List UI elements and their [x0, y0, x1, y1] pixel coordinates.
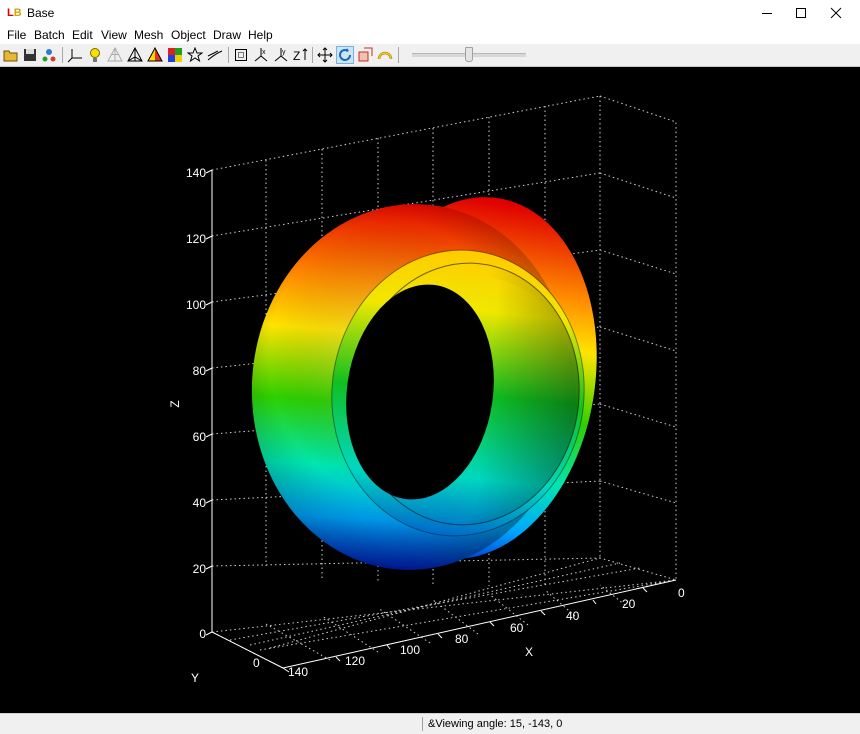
- minimize-icon: [762, 13, 772, 14]
- plot-canvas: 140 120 100 80 60 40 20 0 0 20 40 60 80 …: [168, 95, 685, 685]
- toolbar-separator: [228, 47, 229, 63]
- menu-batch[interactable]: Batch: [34, 28, 65, 42]
- close-icon: [830, 7, 842, 19]
- toolbar-separator: [62, 47, 63, 63]
- svg-text:x: x: [262, 49, 266, 56]
- save-icon[interactable]: [21, 46, 39, 64]
- app-logo: LB: [7, 7, 22, 19]
- toolbar-separator: [312, 47, 313, 63]
- x-tick: 0: [678, 586, 685, 600]
- menu-draw[interactable]: Draw: [213, 28, 241, 42]
- z-tick: 120: [186, 232, 206, 246]
- title-bar: LB Base: [0, 0, 860, 27]
- svg-text:Z: Z: [293, 49, 300, 63]
- status-separator: [422, 717, 423, 731]
- menu-edit[interactable]: Edit: [72, 28, 93, 42]
- z-tick: 140: [186, 166, 206, 180]
- maximize-icon: [796, 8, 806, 18]
- x-tick: 120: [345, 654, 365, 668]
- z-tick-labels: 140 120 100 80 60 40 20 0: [186, 166, 206, 641]
- menu-object[interactable]: Object: [171, 28, 206, 42]
- x-tick: 80: [455, 632, 469, 646]
- menu-file[interactable]: File: [7, 28, 26, 42]
- light-bulb-icon[interactable]: [86, 46, 104, 64]
- wireframe-mesh-icon[interactable]: [106, 46, 124, 64]
- z-tick: 60: [193, 430, 207, 444]
- zoom-box-icon[interactable]: [356, 46, 374, 64]
- x-tick: 20: [622, 597, 636, 611]
- network-icon[interactable]: [40, 46, 58, 64]
- pan-icon[interactable]: [316, 46, 334, 64]
- color-map-icon[interactable]: [166, 46, 184, 64]
- status-bar: &Viewing angle: 15, -143, 0: [0, 713, 860, 734]
- toolbar-separator: [398, 47, 399, 63]
- rotate-icon[interactable]: [336, 46, 354, 64]
- arc-icon[interactable]: [376, 46, 394, 64]
- status-text: &Viewing angle: 15, -143, 0: [428, 718, 563, 730]
- z-tick: 40: [193, 496, 207, 510]
- x-tick: 40: [566, 609, 580, 623]
- slider-thumb[interactable]: [465, 47, 473, 62]
- axes-icon[interactable]: [66, 46, 84, 64]
- menu-mesh[interactable]: Mesh: [134, 28, 163, 42]
- z-tick: 0: [199, 627, 206, 641]
- axis-x-icon[interactable]: x: [252, 46, 270, 64]
- star-icon[interactable]: [186, 46, 204, 64]
- contour-lines-icon[interactable]: [206, 46, 224, 64]
- y-axis-title: Y: [191, 671, 199, 685]
- z-tick: 20: [193, 562, 207, 576]
- x-tick: 140: [288, 665, 308, 679]
- open-folder-icon[interactable]: [2, 46, 20, 64]
- 3d-viewport[interactable]: 140 120 100 80 60 40 20 0 0 20 40 60 80 …: [0, 67, 860, 713]
- shaded-mesh-icon[interactable]: [146, 46, 164, 64]
- axis-z-icon[interactable]: Z: [292, 46, 310, 64]
- solid-mesh-icon[interactable]: [126, 46, 144, 64]
- menu-bar: File Batch Edit View Mesh Object Draw He…: [0, 26, 860, 44]
- menu-help[interactable]: Help: [248, 28, 273, 42]
- z-axis-title: Z: [168, 400, 182, 407]
- x-axis-title: X: [525, 645, 533, 659]
- close-button[interactable]: [813, 0, 859, 26]
- svg-text:y: y: [282, 49, 286, 56]
- bounding-box-icon[interactable]: [232, 46, 250, 64]
- x-tick: 60: [510, 621, 524, 635]
- axis-y-icon[interactable]: y: [272, 46, 290, 64]
- window-title: Base: [27, 6, 55, 20]
- torus-mesh: [251, 197, 597, 570]
- y-tick: 0: [253, 656, 260, 670]
- z-tick: 100: [186, 298, 206, 312]
- x-tick: 100: [400, 643, 420, 657]
- menu-view[interactable]: View: [101, 28, 127, 42]
- z-tick: 80: [193, 364, 207, 378]
